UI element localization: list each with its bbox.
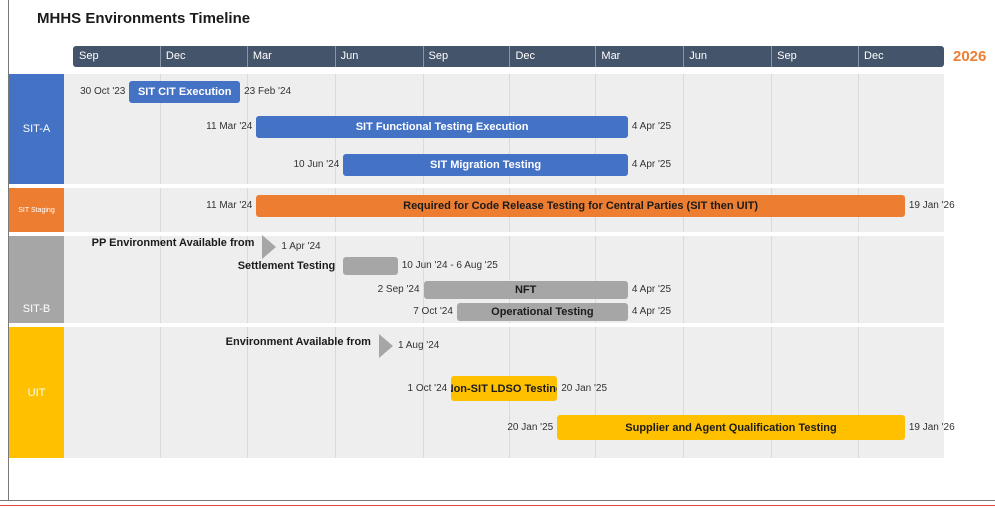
task-start-date: 7 Oct '24 xyxy=(413,306,453,317)
task-outside-label: Settlement Testing xyxy=(237,260,336,272)
month-label: Sep xyxy=(428,50,449,62)
task-start-date: 11 Mar '24 xyxy=(206,121,253,132)
gridline xyxy=(683,236,684,323)
frame-bottom-border xyxy=(0,500,995,501)
month-label: Mar xyxy=(252,50,272,62)
task-start-date: 1 Oct '24 xyxy=(407,382,448,394)
task-date-range: 10 Jun '24 - 6 Aug '25 xyxy=(401,260,498,271)
task-bar: SIT Migration Testing xyxy=(343,154,628,176)
lane-label: SIT Staging xyxy=(9,188,64,232)
lane-label: SIT-B xyxy=(9,236,64,323)
task-start-date: 10 Jun '24 xyxy=(293,159,340,170)
task-end-date: 4 Apr '25 xyxy=(631,284,672,295)
milestone-marker xyxy=(378,334,393,358)
month-label: Dec xyxy=(864,50,884,62)
task-end-date: 4 Apr '25 xyxy=(631,159,672,170)
gridline xyxy=(858,74,859,184)
month-label: Mar xyxy=(601,50,621,62)
task-bar: SIT Functional Testing Execution xyxy=(256,116,628,138)
month-label: Dec xyxy=(165,50,186,62)
gridline xyxy=(858,236,859,323)
year-label: 2026 xyxy=(953,48,987,65)
task-start-date: 2 Sep '24 xyxy=(377,284,420,295)
gridline xyxy=(683,74,684,184)
gridline xyxy=(771,74,772,184)
task-start-date: 20 Jan '25 xyxy=(507,421,554,433)
task-end-date: 4 Apr '25 xyxy=(631,306,672,317)
month-label: Jun xyxy=(340,50,359,62)
page-bottom-line xyxy=(0,505,995,506)
chart-title: MHHS Environments Timeline xyxy=(37,10,251,27)
task-bar: NFT xyxy=(423,281,628,299)
task-bar: Non-SIT LDSO Testing xyxy=(451,376,558,401)
task-bar xyxy=(343,257,398,275)
task-end-date: 20 Jan '25 xyxy=(561,382,608,394)
task-bar: Supplier and Agent Qualification Testing xyxy=(557,415,905,440)
month-header-bar: Sep Dec Mar Jun Sep Dec Mar Jun Sep Dec xyxy=(73,46,944,67)
gridline xyxy=(160,188,161,232)
milestone-label: PP Environment Available from xyxy=(91,237,255,249)
task-start-date: 30 Oct '23 xyxy=(80,86,126,97)
month-label: Dec xyxy=(515,50,536,62)
task-bar: Required for Code Release Testing for Ce… xyxy=(256,195,905,217)
task-end-date: 19 Jan '26 xyxy=(908,200,955,211)
milestone-label: Environment Available from xyxy=(225,336,371,348)
task-end-date: 4 Apr '25 xyxy=(631,121,672,132)
lane-label: UIT xyxy=(9,327,64,458)
milestone-date: 1 Apr '24 xyxy=(281,241,321,252)
month-label: Sep xyxy=(79,50,99,62)
gridline xyxy=(160,327,161,458)
task-start-date: 11 Mar '24 xyxy=(206,200,253,211)
task-bar: Operational Testing xyxy=(456,303,628,321)
month-label: Sep xyxy=(777,50,797,62)
task-end-date: 19 Jan '26 xyxy=(908,421,955,433)
task-bar: SIT CIT Execution xyxy=(129,81,241,103)
task-end-date: 23 Feb '24 xyxy=(244,86,292,97)
gridline xyxy=(771,236,772,323)
milestone-marker xyxy=(262,235,277,259)
milestone-date: 1 Aug '24 xyxy=(397,340,440,351)
lane-label: SIT-A xyxy=(9,74,64,184)
month-label: Jun xyxy=(689,50,708,62)
gridline xyxy=(335,236,336,323)
